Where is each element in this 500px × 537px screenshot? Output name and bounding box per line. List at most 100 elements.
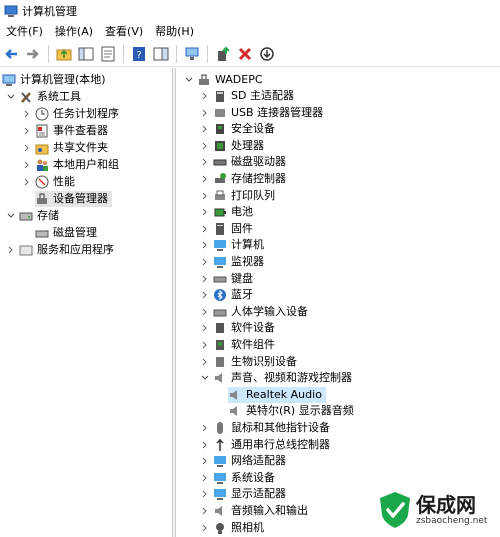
device-category[interactable]: 计算机 bbox=[200, 237, 264, 253]
chevron-right-icon[interactable] bbox=[22, 143, 32, 153]
chevron-right-icon[interactable] bbox=[6, 245, 16, 255]
menu-help[interactable]: 帮助(H) bbox=[149, 22, 200, 42]
chevron-right-icon[interactable] bbox=[200, 124, 210, 134]
device-label: 存储控制器 bbox=[231, 172, 286, 185]
device-category[interactable]: 打印队列 bbox=[200, 188, 275, 204]
tree-item-label: 本地用户和组 bbox=[53, 158, 119, 171]
chevron-right-icon[interactable] bbox=[200, 489, 210, 499]
chevron-right-icon[interactable] bbox=[200, 157, 210, 167]
scan-hardware-icon[interactable] bbox=[183, 45, 201, 63]
chevron-right-icon[interactable] bbox=[200, 257, 210, 267]
device-category[interactable]: 固件 bbox=[200, 221, 253, 237]
device-label: 蓝牙 bbox=[231, 288, 253, 302]
device-category[interactable]: 蓝牙 bbox=[200, 287, 253, 303]
device-category[interactable]: SD 主适配器 bbox=[200, 88, 294, 104]
tree-item-system-tools[interactable]: 系统工具 bbox=[6, 89, 81, 105]
tree-item-shared-folders[interactable]: 共享文件夹 bbox=[22, 140, 108, 156]
chevron-down-icon[interactable] bbox=[184, 75, 194, 85]
chevron-right-icon[interactable] bbox=[22, 126, 32, 136]
chevron-right-icon[interactable] bbox=[200, 191, 210, 201]
tree-item-device-manager[interactable]: 设备管理器 bbox=[35, 191, 112, 207]
tree-item-computer-management[interactable]: 计算机管理(本地) bbox=[2, 72, 106, 88]
chevron-right-icon[interactable] bbox=[200, 340, 210, 350]
device-label: 安全设备 bbox=[231, 122, 275, 136]
chevron-down-icon[interactable] bbox=[200, 373, 210, 383]
device-category[interactable]: 系统设备 bbox=[200, 470, 275, 486]
back-arrow-icon[interactable] bbox=[2, 45, 20, 63]
tree-item-event-viewer[interactable]: 事件查看器 bbox=[22, 123, 108, 139]
chevron-right-icon[interactable] bbox=[200, 440, 210, 450]
tree-item-local-users[interactable]: 本地用户和组 bbox=[22, 157, 119, 173]
chevron-right-icon[interactable] bbox=[200, 456, 210, 466]
chevron-right-icon[interactable] bbox=[200, 357, 210, 367]
chevron-right-icon[interactable] bbox=[200, 473, 210, 483]
device-category[interactable]: 显示适配器 bbox=[200, 486, 286, 502]
tree-item-performance[interactable]: 性能 bbox=[22, 174, 75, 190]
device-category[interactable]: 处理器 bbox=[200, 138, 264, 154]
show-hide-tree-icon[interactable] bbox=[77, 45, 95, 63]
chevron-right-icon[interactable] bbox=[22, 109, 32, 119]
chevron-right-icon[interactable] bbox=[200, 240, 210, 250]
device-category[interactable]: 鼠标和其他指针设备 bbox=[200, 420, 330, 436]
chevron-right-icon[interactable] bbox=[200, 224, 210, 234]
device-category[interactable]: 键盘 bbox=[200, 271, 253, 287]
chevron-right-icon[interactable] bbox=[200, 423, 210, 433]
tree-item-task-scheduler[interactable]: 任务计划程序 bbox=[22, 106, 119, 122]
device-category[interactable]: 声音、视频和游戏控制器 bbox=[200, 370, 352, 386]
device-category[interactable]: 音频输入和输出 bbox=[200, 503, 308, 519]
device-category[interactable]: 安全设备 bbox=[200, 121, 275, 137]
chevron-right-icon[interactable] bbox=[22, 160, 32, 170]
chevron-right-icon[interactable] bbox=[200, 108, 210, 118]
properties-sheet-icon[interactable] bbox=[99, 45, 117, 63]
forward-arrow-icon[interactable] bbox=[24, 45, 42, 63]
device-category[interactable]: 人体学输入设备 bbox=[200, 304, 308, 320]
disable-device-icon[interactable] bbox=[258, 45, 276, 63]
up-folder-icon[interactable] bbox=[55, 45, 73, 63]
chevron-right-icon[interactable] bbox=[200, 207, 210, 217]
hid-icon bbox=[213, 305, 227, 319]
chevron-right-icon[interactable] bbox=[200, 307, 210, 317]
chevron-right-icon[interactable] bbox=[200, 141, 210, 151]
chevron-right-icon[interactable] bbox=[200, 274, 210, 284]
navigation-tree: 计算机管理(本地) 系统工具 任务计划程序 事件查看器 共享文件夹 本地用户和组… bbox=[0, 68, 173, 537]
device-category[interactable]: 监视器 bbox=[200, 254, 264, 270]
chevron-right-icon[interactable] bbox=[200, 323, 210, 333]
action-pane-icon[interactable] bbox=[152, 45, 170, 63]
device-category[interactable]: 软件组件 bbox=[200, 337, 275, 353]
device-category[interactable]: 网络适配器 bbox=[200, 453, 286, 469]
menu-view[interactable]: 查看(V) bbox=[99, 22, 149, 42]
device-item[interactable]: 英特尔(R) 显示器音频 bbox=[228, 403, 354, 419]
chevron-right-icon[interactable] bbox=[200, 523, 210, 533]
device-label: 打印队列 bbox=[231, 188, 275, 202]
menu-file[interactable]: 文件(F) bbox=[0, 22, 49, 42]
software-component-icon bbox=[213, 338, 227, 352]
tree-item-label: 事件查看器 bbox=[53, 124, 108, 137]
chevron-right-icon[interactable] bbox=[200, 174, 210, 184]
uninstall-x-icon[interactable] bbox=[236, 45, 254, 63]
device-label: 处理器 bbox=[231, 138, 264, 152]
watermark: 保成网 zsbaocheng.net bbox=[378, 487, 498, 533]
device-category[interactable]: 磁盘驱动器 bbox=[200, 154, 286, 170]
device-category[interactable]: USB 连接器管理器 bbox=[200, 105, 323, 121]
device-category[interactable]: 电池 bbox=[200, 204, 253, 220]
chevron-right-icon[interactable] bbox=[200, 506, 210, 516]
chevron-right-icon[interactable] bbox=[22, 177, 32, 187]
tree-item-disk-management[interactable]: 磁盘管理 bbox=[35, 225, 97, 241]
chevron-right-icon[interactable] bbox=[200, 290, 210, 300]
monitor-icon bbox=[213, 255, 227, 269]
tree-item-services-apps[interactable]: 服务和应用程序 bbox=[6, 242, 114, 258]
chevron-down-icon[interactable] bbox=[6, 211, 16, 221]
tree-item-storage[interactable]: 存储 bbox=[6, 208, 59, 224]
update-driver-icon[interactable] bbox=[214, 45, 232, 63]
chevron-down-icon[interactable] bbox=[6, 92, 16, 102]
help-icon[interactable]: ? bbox=[130, 45, 148, 63]
menu-action[interactable]: 操作(A) bbox=[49, 22, 99, 42]
device-category[interactable]: 通用串行总线控制器 bbox=[200, 437, 330, 453]
device-category[interactable]: 存储控制器 bbox=[200, 171, 286, 187]
device-category[interactable]: 生物识别设备 bbox=[200, 354, 297, 370]
chevron-right-icon[interactable] bbox=[200, 91, 210, 101]
device-category[interactable]: 照相机 bbox=[200, 520, 264, 536]
device-item[interactable]: Realtek Audio bbox=[228, 386, 326, 403]
device-root[interactable]: WADEPC bbox=[184, 72, 263, 88]
device-category[interactable]: 软件设备 bbox=[200, 320, 275, 336]
